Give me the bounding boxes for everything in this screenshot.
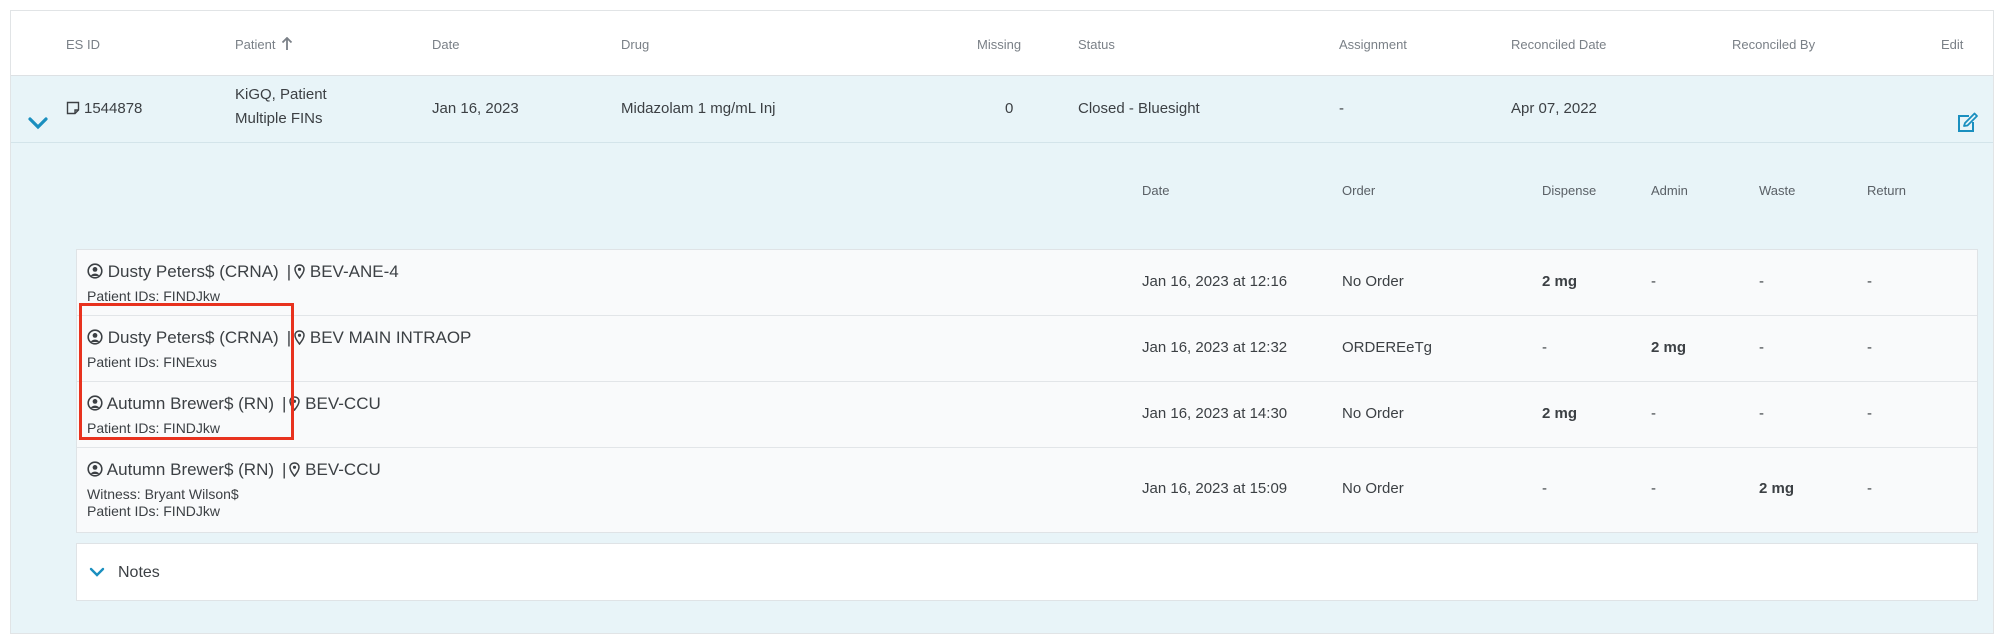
- record-date: Jan 16, 2023: [432, 100, 519, 117]
- detail-header-return: Return: [1867, 183, 1907, 198]
- user-circle-icon: [87, 395, 103, 411]
- chevron-down-icon[interactable]: [27, 114, 49, 132]
- transaction-admin: 2 mg: [1651, 339, 1687, 356]
- drug-name: Midazolam 1 mg/mL Inj: [621, 100, 776, 117]
- transaction-date: Jan 16, 2023 at 12:16: [1142, 273, 1288, 290]
- transaction-dispense: 2 mg: [1542, 405, 1578, 422]
- detail-header-dispense: Dispense: [1542, 183, 1597, 198]
- transaction-admin: -: [1651, 480, 1656, 497]
- transaction-row[interactable]: Autumn Brewer$ (RN) | BEV-CCU Patient IDs…: [77, 382, 1977, 448]
- column-header-patient-label: Patient: [235, 37, 276, 52]
- user-name: Dusty Peters$ (CRNA): [107, 328, 279, 347]
- transaction-date: Jan 16, 2023 at 14:30: [1142, 405, 1288, 422]
- transaction-dispense: -: [1542, 480, 1547, 497]
- column-header-missing[interactable]: Missing: [977, 37, 1021, 52]
- patient-ids: Patient IDs: FINDJkw: [87, 503, 221, 519]
- assignment-value: -: [1339, 100, 1344, 117]
- location-name: BEV-ANE-4: [309, 262, 399, 281]
- column-header-es-id[interactable]: ES ID: [66, 37, 100, 52]
- notes-section[interactable]: Notes: [76, 543, 1978, 601]
- transaction-list: Dusty Peters$ (CRNA) | BEV-ANE-4 Patient …: [76, 249, 1978, 533]
- user-circle-icon: [87, 263, 103, 279]
- column-header-drug[interactable]: Drug: [621, 37, 649, 52]
- transaction-user: Dusty Peters$ (CRNA) | BEV-ANE-4: [87, 262, 399, 282]
- transaction-return: -: [1867, 273, 1872, 290]
- transaction-order: No Order: [1342, 405, 1404, 422]
- transaction-user: Autumn Brewer$ (RN) | BEV-CCU: [87, 460, 381, 480]
- transaction-row[interactable]: Autumn Brewer$ (RN) | BEV-CCU Witness: Br…: [77, 448, 1977, 532]
- transaction-date: Jan 16, 2023 at 15:09: [1142, 480, 1288, 497]
- transaction-waste: 2 mg: [1759, 480, 1795, 497]
- transaction-order: ORDEREeTg: [1342, 339, 1433, 356]
- document-icon: [66, 101, 80, 115]
- table-row[interactable]: 1544878 KiGQ, Patient Multiple FINs Jan …: [11, 76, 1993, 143]
- reconciled-date-value: Apr 07, 2022: [1511, 100, 1597, 117]
- notes-label: Notes: [118, 564, 160, 581]
- detail-header-waste: Waste: [1759, 183, 1796, 198]
- transaction-order: No Order: [1342, 480, 1404, 497]
- user-name: Dusty Peters$ (CRNA): [107, 262, 279, 281]
- user-name: Autumn Brewer$ (RN): [106, 394, 275, 413]
- column-header-reconciled-by[interactable]: Reconciled By: [1732, 37, 1815, 52]
- column-header-edit: Edit: [1941, 37, 1964, 52]
- transaction-order: No Order: [1342, 273, 1404, 290]
- chevron-down-icon[interactable]: [89, 566, 105, 578]
- edit-icon[interactable]: [1955, 112, 1979, 134]
- detail-header-admin: Admin: [1651, 183, 1688, 198]
- map-pin-icon: [294, 263, 305, 279]
- column-header-date[interactable]: Date: [432, 37, 459, 52]
- transaction-admin: -: [1651, 273, 1656, 290]
- transaction-dispense: 2 mg: [1542, 273, 1578, 290]
- location-name: BEV MAIN INTRAOP: [309, 328, 472, 347]
- map-pin-icon: [289, 395, 301, 411]
- detail-header-order: Order: [1342, 183, 1376, 198]
- patient-fins: Multiple FINs: [235, 110, 323, 127]
- arrow-up-icon: [282, 37, 293, 51]
- transaction-user: Autumn Brewer$ (RN) | BEV-CCU: [87, 394, 381, 414]
- reconciliation-table: ES ID Patient Date Drug Missing Status A…: [10, 10, 1994, 634]
- missing-count: 0: [1005, 100, 1014, 117]
- transaction-admin: -: [1651, 405, 1656, 422]
- patient-ids: Patient IDs: FINDJkw: [87, 288, 221, 304]
- expanded-details: Date Order Dispense Admin Waste Return D…: [11, 143, 1993, 633]
- transaction-row[interactable]: Dusty Peters$ (CRNA) | BEV MAIN INTRAOP P…: [77, 316, 1977, 382]
- column-header-status[interactable]: Status: [1078, 37, 1115, 52]
- column-header-assignment[interactable]: Assignment: [1339, 37, 1407, 52]
- transaction-waste: -: [1759, 405, 1764, 422]
- detail-header-date: Date: [1142, 183, 1170, 198]
- status-value: Closed - Bluesight: [1078, 100, 1200, 117]
- transaction-return: -: [1867, 480, 1872, 497]
- location-name: BEV-CCU: [305, 460, 381, 479]
- transaction-return: -: [1867, 339, 1872, 356]
- transaction-date: Jan 16, 2023 at 12:32: [1142, 339, 1288, 356]
- witness: Witness: Bryant Wilson$: [87, 486, 239, 502]
- column-header-patient[interactable]: Patient: [235, 37, 293, 52]
- transaction-row[interactable]: Dusty Peters$ (CRNA) | BEV-ANE-4 Patient …: [77, 250, 1977, 316]
- column-header-reconciled-date[interactable]: Reconciled Date: [1511, 37, 1606, 52]
- transaction-dispense: -: [1542, 339, 1547, 356]
- transaction-waste: -: [1759, 273, 1764, 290]
- patient-ids: Patient IDs: FINExus: [87, 354, 217, 370]
- patient-ids: Patient IDs: FINDJkw: [87, 420, 221, 436]
- table-header: ES ID Patient Date Drug Missing Status A…: [11, 11, 1993, 76]
- transaction-return: -: [1867, 405, 1872, 422]
- map-pin-icon: [289, 461, 301, 477]
- transaction-waste: -: [1759, 339, 1764, 356]
- user-circle-icon: [87, 461, 103, 477]
- map-pin-icon: [294, 329, 305, 345]
- es-id-value: 1544878: [84, 100, 143, 117]
- es-id-cell[interactable]: 1544878: [66, 100, 142, 117]
- location-name: BEV-CCU: [305, 394, 381, 413]
- transaction-user: Dusty Peters$ (CRNA) | BEV MAIN INTRAOP: [87, 328, 471, 348]
- user-name: Autumn Brewer$ (RN): [106, 460, 275, 479]
- patient-name: KiGQ, Patient: [235, 86, 327, 103]
- user-circle-icon: [87, 329, 103, 345]
